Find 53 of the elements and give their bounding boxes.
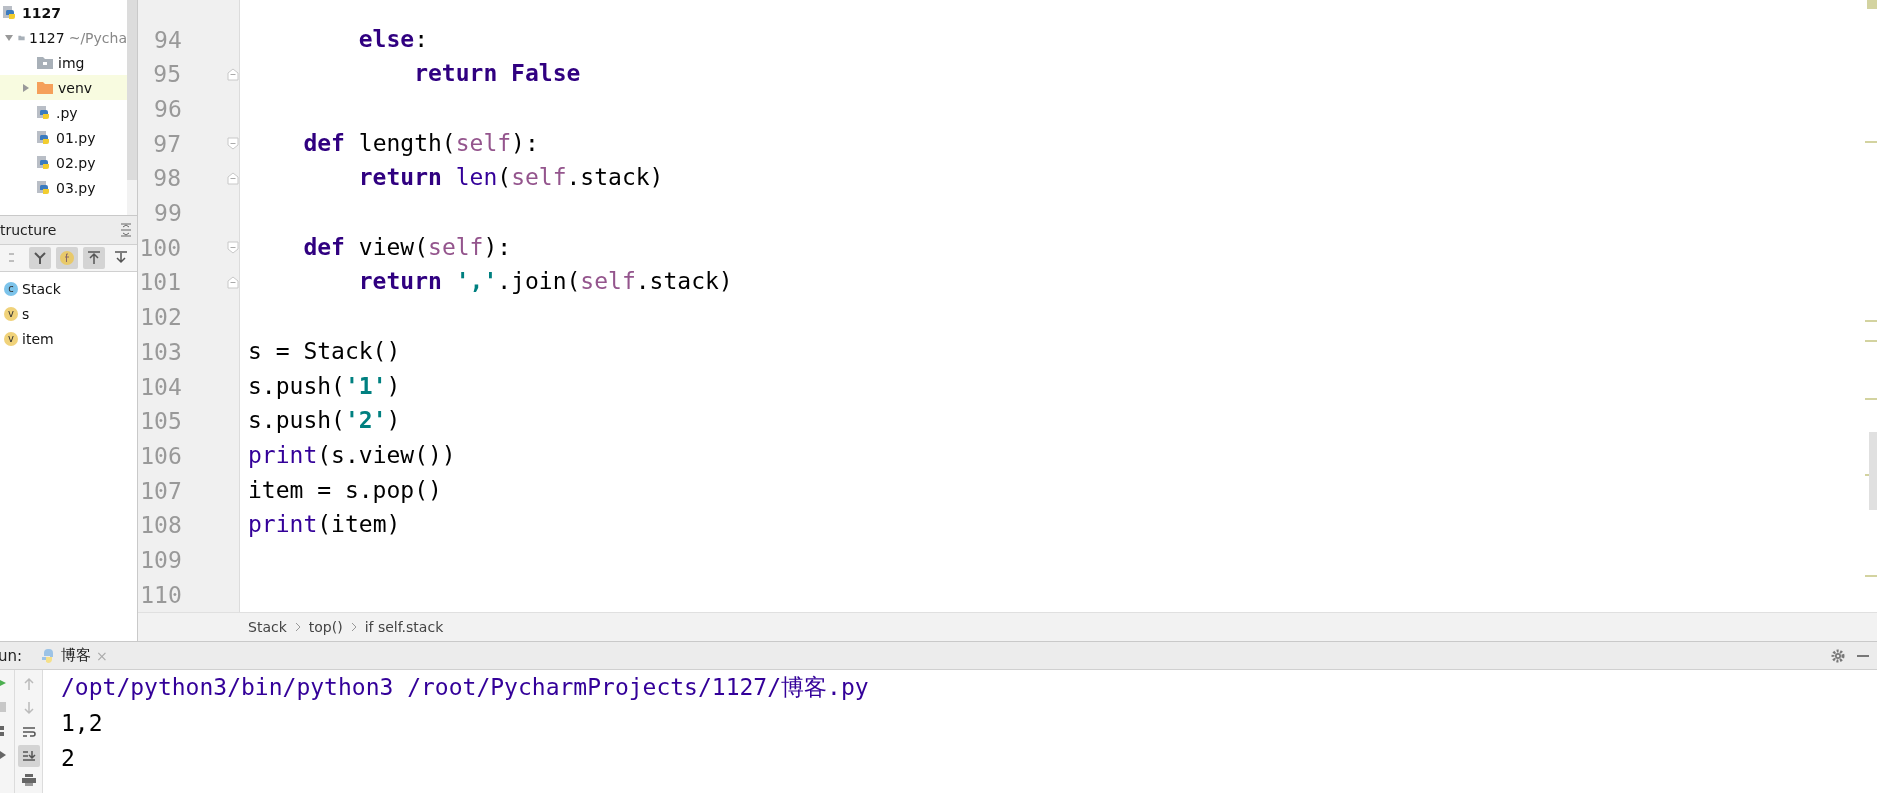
code-line: s.push('1') — [248, 372, 401, 399]
line-number: 97 — [152, 130, 181, 157]
line-number: 94 — [153, 26, 182, 53]
member-type-icon: c — [4, 281, 18, 296]
line-number: 103 — [139, 338, 182, 365]
run-label: un: — [0, 646, 24, 665]
project-root[interactable]: 1127 — [0, 0, 127, 25]
code-line: print(item) — [248, 511, 401, 538]
code-line: item = s.pop() — [248, 476, 442, 503]
tree-item[interactable]: 03.py — [0, 175, 127, 200]
run-tab[interactable]: 博客 × — [34, 642, 114, 669]
line-number: 102 — [139, 304, 182, 331]
line-number: 109 — [139, 546, 182, 573]
code-line: def view(self): — [302, 233, 512, 260]
member-type-icon: v — [4, 306, 18, 321]
panel-title: tructure — [0, 222, 57, 238]
line-number: 101 — [138, 269, 181, 296]
line-number: 96 — [153, 96, 182, 123]
structure-item[interactable]: v item — [0, 326, 137, 351]
structure-item[interactable]: c Stack — [0, 276, 137, 301]
breadcrumb[interactable]: Stack — [248, 619, 287, 635]
line-number: 105 — [139, 408, 182, 435]
breadcrumb[interactable]: top() — [308, 619, 343, 635]
line-number: 108 — [139, 512, 182, 539]
code-line: print(s.view()) — [248, 441, 456, 468]
tree-item[interactable]: 1127 ~/Pycha — [0, 25, 127, 50]
line-number: 107 — [139, 477, 182, 504]
code-line: else: — [357, 25, 429, 52]
member-type-icon: v — [4, 331, 18, 346]
code-line: def length(self): — [302, 129, 539, 156]
line-number: 99 — [153, 200, 182, 227]
line-number: 110 — [139, 581, 182, 608]
line-number: 104 — [139, 373, 182, 400]
line-number: 106 — [139, 442, 182, 469]
tree-item[interactable]: 02.py — [0, 150, 127, 175]
console-line: 1,2 — [61, 708, 104, 738]
tree-item[interactable]: .py — [0, 100, 127, 125]
line-number: 100 — [138, 234, 181, 261]
code-line: s = Stack() — [248, 337, 401, 364]
tab-title: 博客 — [61, 646, 91, 665]
code-line: return False — [413, 60, 581, 87]
console-line: 2 — [61, 743, 76, 773]
code-line: return len(self.stack) — [357, 164, 664, 191]
line-number: 98 — [152, 165, 181, 192]
tree-item[interactable]: venv — [0, 75, 127, 100]
structure-item[interactable]: v s — [0, 301, 137, 326]
tree-item[interactable]: 01.py — [0, 125, 127, 150]
console-line: /opt/python3/bin/python3 /root/PycharmProjects/1127/博客.py — [61, 673, 870, 702]
tree-item[interactable]: img — [0, 50, 127, 75]
line-number: 95 — [152, 61, 181, 88]
code-line: s.push('2') — [248, 407, 401, 434]
code-line: return ','.join(self.stack) — [357, 268, 733, 295]
breadcrumb[interactable]: if self.stack — [364, 619, 444, 635]
